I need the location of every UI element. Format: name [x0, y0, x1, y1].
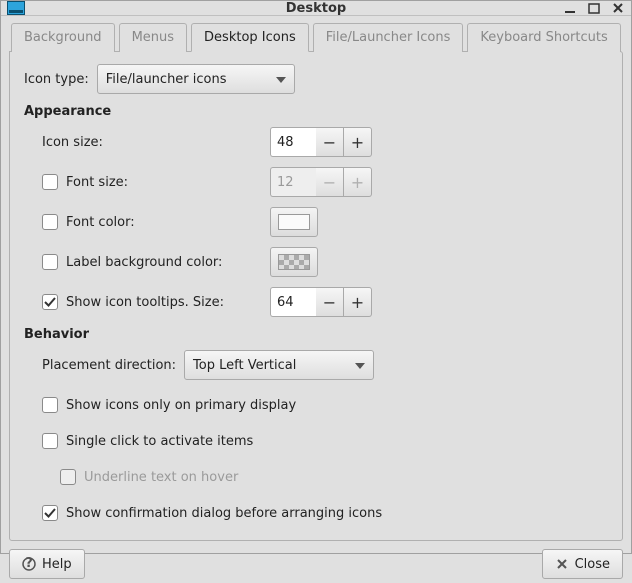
behavior-heading: Behavior [24, 327, 608, 342]
placement-value: Top Left Vertical [193, 358, 296, 373]
tab-panel: Icon type: File/launcher icons Appearanc… [9, 51, 623, 541]
tooltips-decrement[interactable]: − [316, 287, 344, 317]
font-size-input [270, 167, 316, 197]
underline-row: Underline text on hover [24, 462, 608, 492]
placement-label: Placement direction: [42, 358, 176, 373]
font-size-row: Font size: − + [24, 167, 608, 197]
tab-desktop-icons[interactable]: Desktop Icons [191, 23, 309, 52]
font-color-label: Font color: [66, 215, 135, 230]
placement-row: Placement direction: Top Left Vertical [24, 350, 608, 380]
icon-type-select[interactable]: File/launcher icons [97, 64, 295, 94]
tab-keyboard-shortcuts[interactable]: Keyboard Shortcuts [467, 23, 620, 52]
icon-size-label: Icon size: [42, 135, 103, 150]
icon-size-input[interactable] [270, 127, 316, 157]
tooltips-increment[interactable]: + [344, 287, 372, 317]
close-button-label: Close [575, 557, 610, 572]
label-bg-label: Label background color: [66, 255, 222, 270]
icon-type-row: Icon type: File/launcher icons [24, 64, 608, 94]
icon-size-row: Icon size: − + [24, 127, 608, 157]
tab-bar: Background Menus Desktop Icons File/Laun… [9, 23, 623, 52]
font-color-checkbox[interactable] [42, 214, 58, 230]
label-bg-swatch[interactable] [270, 247, 318, 277]
label-bg-row: Label background color: [24, 247, 608, 277]
maximize-button[interactable] [587, 1, 601, 15]
underline-label: Underline text on hover [84, 470, 238, 485]
minimize-button[interactable] [563, 1, 577, 15]
desktop-settings-window: Desktop Background Menus Desktop Icons F… [0, 0, 632, 554]
confirm-arrange-label: Show confirmation dialog before arrangin… [66, 506, 382, 521]
appearance-heading: Appearance [24, 104, 608, 119]
chevron-down-icon [355, 358, 365, 373]
placement-select[interactable]: Top Left Vertical [184, 350, 374, 380]
font-size-label: Font size: [66, 175, 128, 190]
app-icon [7, 1, 25, 15]
label-bg-checkbox[interactable] [42, 254, 58, 270]
icon-type-label: Icon type: [24, 72, 89, 87]
tooltips-label: Show icon tooltips. Size: [66, 295, 224, 310]
font-color-swatch[interactable] [270, 207, 318, 237]
tooltips-input[interactable] [270, 287, 316, 317]
tab-file-launcher-icons[interactable]: File/Launcher Icons [313, 23, 464, 52]
confirm-arrange-checkbox[interactable] [42, 505, 58, 521]
primary-only-row: Show icons only on primary display [24, 390, 608, 420]
font-size-increment: + [344, 167, 372, 197]
single-click-checkbox[interactable] [42, 433, 58, 449]
icon-type-value: File/launcher icons [106, 72, 227, 87]
svg-text:?: ? [25, 557, 33, 571]
help-icon: ? [22, 557, 36, 571]
font-color-preview [278, 214, 310, 230]
icon-size-decrement[interactable]: − [316, 127, 344, 157]
primary-only-checkbox[interactable] [42, 397, 58, 413]
titlebar: Desktop [1, 1, 631, 16]
window-title: Desktop [1, 1, 631, 16]
help-button-label: Help [42, 557, 72, 572]
icon-size-spinner: − + [270, 127, 372, 157]
close-window-button[interactable] [611, 1, 625, 15]
primary-only-label: Show icons only on primary display [66, 398, 296, 413]
font-color-row: Font color: [24, 207, 608, 237]
window-controls [563, 1, 625, 15]
tab-background[interactable]: Background [11, 23, 115, 52]
font-size-decrement: − [316, 167, 344, 197]
close-icon [555, 557, 569, 571]
chevron-down-icon [276, 72, 286, 87]
single-click-label: Single click to activate items [66, 434, 253, 449]
confirm-arrange-row: Show confirmation dialog before arrangin… [24, 498, 608, 528]
tooltips-spinner: − + [270, 287, 372, 317]
tooltips-checkbox[interactable] [42, 294, 58, 310]
dialog-footer: ? Help Close [1, 549, 631, 583]
label-bg-preview [278, 254, 310, 270]
content-area: Background Menus Desktop Icons File/Laun… [1, 16, 631, 549]
font-size-spinner: − + [270, 167, 372, 197]
underline-checkbox [60, 469, 76, 485]
icon-size-increment[interactable]: + [344, 127, 372, 157]
font-size-checkbox[interactable] [42, 174, 58, 190]
single-click-row: Single click to activate items [24, 426, 608, 456]
tooltips-row: Show icon tooltips. Size: − + [24, 287, 608, 317]
tab-menus[interactable]: Menus [119, 23, 187, 52]
